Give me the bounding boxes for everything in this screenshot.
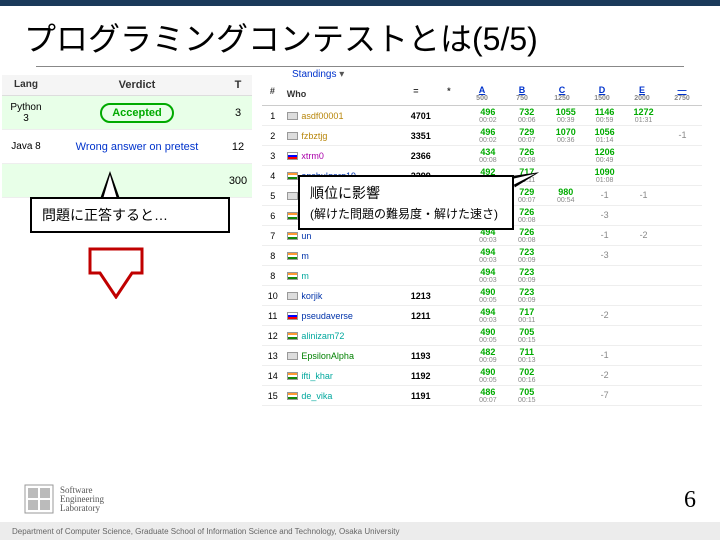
standings-row: 13EpsilonAlpha119348200:0971100:13-1 bbox=[262, 346, 702, 366]
standings-row: 11pseudaverse121149400:0371700:11-2 bbox=[262, 306, 702, 326]
logo-icon bbox=[24, 484, 54, 514]
submissions-panel: Lang Verdict T Python 3Accepted3Java 8Wr… bbox=[2, 75, 252, 198]
submission-row: Java 8Wrong answer on pretest12 bbox=[2, 130, 252, 164]
arrow-down-icon bbox=[88, 247, 144, 299]
col-verdict: Verdict bbox=[50, 75, 224, 95]
standings-row: 10korjik121349000:0572300:09 bbox=[262, 286, 702, 306]
standings-row: 14ifti_khar119249000:0570200:16-2 bbox=[262, 366, 702, 386]
callout-correct-answer: 問題に正答すると… bbox=[30, 197, 230, 233]
col-score-total: = bbox=[396, 86, 436, 102]
standings-label: Standings ▾ bbox=[292, 69, 344, 80]
footer-text: Department of Computer Science, Graduate… bbox=[0, 527, 399, 536]
standings-row: 12alinizam7249000:0570500:15 bbox=[262, 326, 702, 346]
standings-row: 8m49400:0372300:09 bbox=[262, 266, 702, 286]
lab-logo: Software Engineering Laboratory bbox=[24, 484, 104, 514]
page-number: 6 bbox=[684, 487, 696, 514]
col-rank: # bbox=[262, 86, 283, 102]
slide-title: プログラミングコンテストとは(5/5) bbox=[0, 6, 720, 62]
standings-row: 15de_vika119148600:0770500:15-7 bbox=[262, 386, 702, 406]
col-hack: * bbox=[436, 86, 462, 102]
submission-row: 300 bbox=[2, 164, 252, 198]
callout-sub: (解けた問題の難易度・解けた速さ) bbox=[310, 203, 502, 222]
standings-row: 3xtrm0236643400:0872600:08120600:49 bbox=[262, 146, 702, 166]
callout-rank-effect: 順位に影響 (解けた問題の難易度・解けた速さ) bbox=[298, 175, 514, 230]
col-who: Who bbox=[283, 86, 396, 102]
col-time: T bbox=[224, 75, 252, 95]
standings-panel: # Who = * A500B750C1250D1500E2000—2750 1… bbox=[262, 83, 702, 406]
col-lang: Lang bbox=[2, 75, 50, 95]
standings-row: 2fzbztjg335149600:0272900:07107000:36105… bbox=[262, 126, 702, 146]
standings-row: 8m49400:0372300:09-3 bbox=[262, 246, 702, 266]
submission-row: Python 3Accepted3 bbox=[2, 96, 252, 130]
standings-row: 1asdf00001470149600:0273200:06105500:391… bbox=[262, 106, 702, 126]
callout-main: 順位に影響 bbox=[310, 183, 502, 203]
